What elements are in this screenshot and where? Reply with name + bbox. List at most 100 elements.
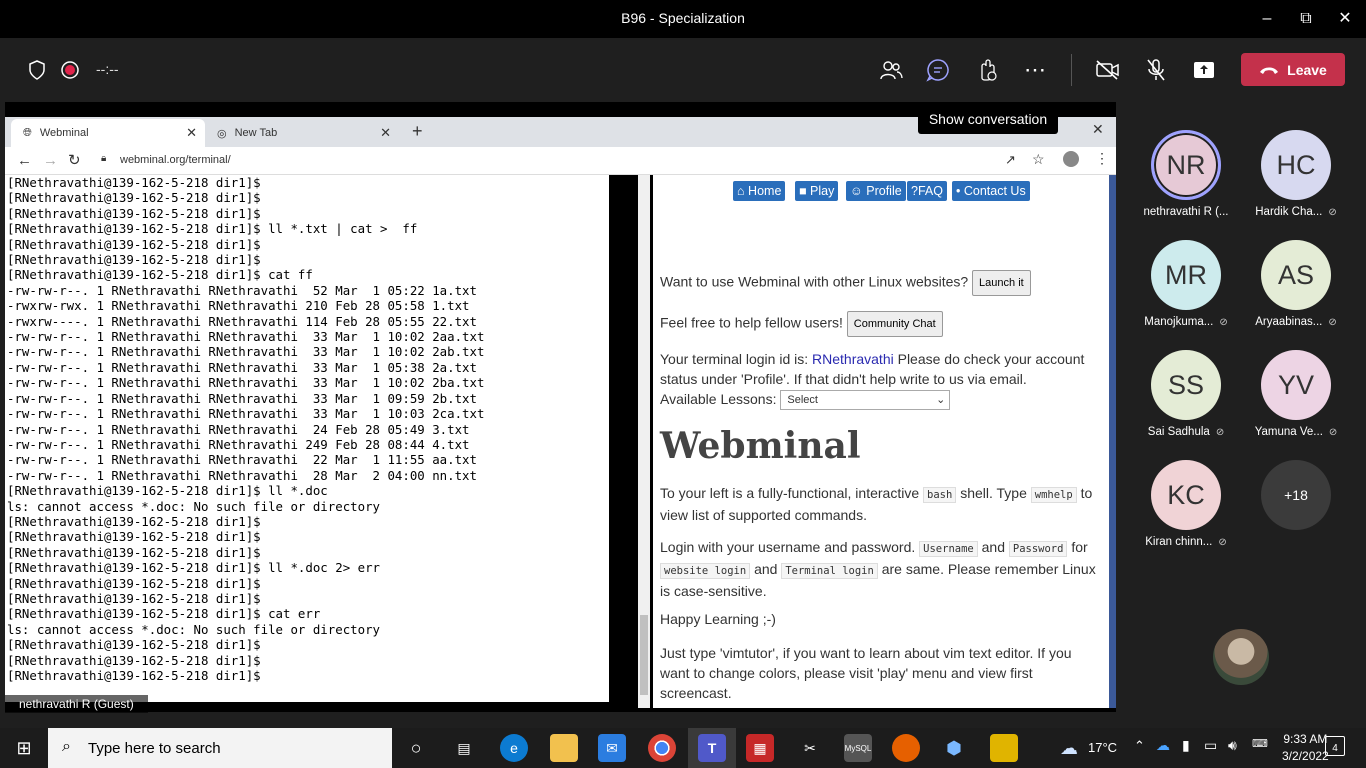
show-hidden-icons-icon[interactable]: ⌃ bbox=[1134, 738, 1145, 754]
mysql-icon[interactable]: MySQL bbox=[844, 734, 872, 762]
self-video-avatar[interactable] bbox=[1213, 629, 1269, 685]
window-title: B96 - Specialization bbox=[621, 10, 745, 26]
video-icon: ■ bbox=[799, 184, 807, 198]
close-tab-icon[interactable]: ✕ bbox=[186, 125, 197, 141]
avatar: KC bbox=[1151, 460, 1221, 530]
chat-icon[interactable] bbox=[924, 56, 952, 84]
participant-name: Sai Sadhula ⊘ bbox=[1147, 426, 1225, 438]
terminal-line: [RNethravathi@139-162-5-218 dir1]$ bbox=[7, 236, 261, 252]
onedrive-icon[interactable]: ☁ bbox=[1156, 737, 1170, 754]
terminal-line: -rw-rw-r--. 1 RNethravathi RNethravathi … bbox=[7, 282, 477, 298]
mail-icon[interactable]: ✉ bbox=[598, 734, 626, 762]
nav-home[interactable]: ⌂ Home bbox=[733, 181, 786, 201]
teams-taskbar-button[interactable]: T bbox=[688, 728, 736, 768]
mic-muted-icon: ⊘ bbox=[1215, 427, 1225, 438]
nav-play[interactable]: ■ Play bbox=[795, 181, 839, 201]
minimize-button[interactable]: – bbox=[1256, 8, 1278, 30]
vimtutor-paragraph: Just type 'vimtutor', if you want to lea… bbox=[660, 645, 1072, 701]
terminal-line: [RNethravathi@139-162-5-218 dir1]$ bbox=[7, 175, 261, 190]
share-screen-icon[interactable] bbox=[1190, 56, 1218, 84]
participant-tile[interactable]: MR Manojkuma... ⊘ bbox=[1131, 240, 1241, 328]
participant-tile[interactable]: NR nethravathi R (... bbox=[1131, 130, 1241, 218]
participant-tile[interactable]: AS Aryaabinas... ⊘ bbox=[1241, 240, 1351, 328]
taskbar-search[interactable]: ⌕ Type here to search bbox=[48, 728, 392, 768]
close-window-button[interactable]: ✕ bbox=[1334, 8, 1356, 30]
battery-icon[interactable]: ▭ bbox=[1204, 737, 1217, 754]
tab-label: Webminal bbox=[39, 127, 89, 139]
nav-contact[interactable]: • Contact Us bbox=[952, 181, 1030, 201]
launch-button[interactable]: Launch it bbox=[972, 270, 1031, 296]
weather-temp[interactable]: 17°C bbox=[1088, 740, 1117, 755]
terminal-scrollbar[interactable] bbox=[638, 175, 650, 708]
browser-menu-icon[interactable]: ⋮ bbox=[1095, 150, 1109, 167]
terminal-line: [RNethravathi@139-162-5-218 dir1]$ bbox=[7, 668, 261, 683]
leave-button[interactable]: Leave bbox=[1241, 53, 1345, 86]
user-icon: ☺ bbox=[850, 184, 863, 198]
security-app-icon[interactable]: ▦ bbox=[746, 734, 774, 762]
scrollbar-thumb[interactable] bbox=[640, 615, 648, 695]
microphone-icon[interactable]: ▮ bbox=[1182, 737, 1190, 754]
terminal-line: [RNethravathi@139-162-5-218 dir1]$ cat f… bbox=[7, 267, 313, 283]
community-chat-button[interactable]: Community Chat bbox=[846, 311, 943, 337]
notifications-icon[interactable]: 4 bbox=[1325, 736, 1345, 756]
close-browser-button[interactable]: ✕ bbox=[1092, 121, 1104, 138]
file-explorer-icon[interactable] bbox=[550, 734, 578, 762]
avatar: HC bbox=[1261, 130, 1331, 200]
volume-icon[interactable]: 🔊︎ bbox=[1228, 737, 1237, 754]
terminal-line: -rw-rw-r--. 1 RNethravathi RNethravathi … bbox=[7, 359, 477, 375]
lessons-row: Available Lessons: Select ⌄ bbox=[660, 389, 1103, 411]
terminal-line: -rw-rw-r--. 1 RNethravathi RNethravathi … bbox=[7, 406, 485, 422]
more-participants-button[interactable]: +18 bbox=[1241, 460, 1351, 530]
tab-label: New Tab bbox=[234, 127, 278, 139]
chrome-icon[interactable] bbox=[648, 734, 676, 762]
terminal-line: [RNethravathi@139-162-5-218 dir1]$ bbox=[7, 190, 261, 206]
task-view-icon[interactable]: ▤ bbox=[450, 734, 478, 762]
presenter-label: nethravathi R (Guest) bbox=[5, 695, 148, 713]
reload-icon[interactable]: ↻ bbox=[68, 151, 81, 169]
browser-tab-new[interactable]: ◎ New Tab ✕ bbox=[205, 119, 399, 147]
participants-icon[interactable] bbox=[877, 56, 905, 84]
participant-tile[interactable]: HC Hardik Cha... ⊘ bbox=[1241, 130, 1351, 218]
forward-icon[interactable]: → bbox=[43, 152, 58, 169]
participant-tile[interactable]: KC Kiran chinn... ⊘ bbox=[1131, 460, 1241, 548]
participant-name: Hardik Cha... ⊘ bbox=[1255, 206, 1337, 218]
avatar: AS bbox=[1261, 240, 1331, 310]
nav-faq[interactable]: ?FAQ bbox=[907, 181, 947, 201]
login-id: RNethravathi bbox=[812, 351, 894, 367]
editor-app-icon[interactable] bbox=[990, 734, 1018, 762]
windows-start-icon[interactable]: ⊞ bbox=[10, 734, 38, 762]
taskbar-clock[interactable]: 9:33 AM 3/2/2022 bbox=[1282, 731, 1329, 765]
bookmark-star-icon[interactable]: ☆ bbox=[1032, 151, 1045, 168]
more-options-icon[interactable]: ⋯ bbox=[1021, 56, 1049, 84]
terminal-line: [RNethravathi@139-162-5-218 dir1]$ bbox=[7, 637, 261, 653]
terminal-line: [RNethravathi@139-162-5-218 dir1]$ bbox=[7, 590, 261, 606]
participant-tile[interactable]: YV Yamuna Ve... ⊘ bbox=[1241, 350, 1351, 438]
share-page-icon[interactable]: ↗ bbox=[1005, 152, 1016, 168]
cortana-icon[interactable]: ○ bbox=[402, 734, 430, 762]
shield-icon[interactable] bbox=[23, 56, 51, 84]
nav-profile[interactable]: ☺ Profile bbox=[846, 181, 906, 201]
edge-icon[interactable]: e bbox=[500, 734, 528, 762]
snipping-tool-icon[interactable]: ✂ bbox=[796, 734, 824, 762]
profile-icon[interactable] bbox=[1063, 151, 1079, 167]
overflow-avatar: +18 bbox=[1261, 460, 1331, 530]
terminal-line: ls: cannot access *.doc: No such file or… bbox=[7, 621, 380, 637]
reactions-icon[interactable] bbox=[973, 56, 1001, 84]
address-bar[interactable]: webminal.org/terminal/ bbox=[120, 154, 231, 166]
new-tab-button[interactable]: + bbox=[412, 121, 423, 142]
lessons-select[interactable]: Select ⌄ bbox=[780, 390, 951, 411]
browser-tab-webminal[interactable]: 🌐︎ Webminal ✕ bbox=[11, 119, 205, 147]
maximize-button[interactable]: ⧉ bbox=[1295, 8, 1317, 30]
firefox-icon[interactable] bbox=[892, 734, 920, 762]
participant-tile[interactable]: SS Sai Sadhula ⊘ bbox=[1131, 350, 1241, 438]
language-icon[interactable]: ⌨ bbox=[1252, 737, 1268, 750]
close-tab-icon[interactable]: ✕ bbox=[380, 125, 391, 141]
terminal-line: [RNethravathi@139-162-5-218 dir1]$ ll *.… bbox=[7, 483, 328, 499]
terminal-output[interactable]: [RNethravathi@139-162-5-218 dir1]$ [RNeth… bbox=[5, 175, 609, 702]
clock-date: 3/2/2022 bbox=[1282, 749, 1329, 763]
back-icon[interactable]: ← bbox=[17, 152, 32, 169]
virtualbox-icon[interactable]: ⬢ bbox=[940, 734, 968, 762]
mic-off-icon[interactable] bbox=[1142, 56, 1170, 84]
participants-panel: NR nethravathi R (... HC Hardik Cha... ⊘ … bbox=[1116, 102, 1366, 712]
camera-off-icon[interactable] bbox=[1094, 56, 1122, 84]
